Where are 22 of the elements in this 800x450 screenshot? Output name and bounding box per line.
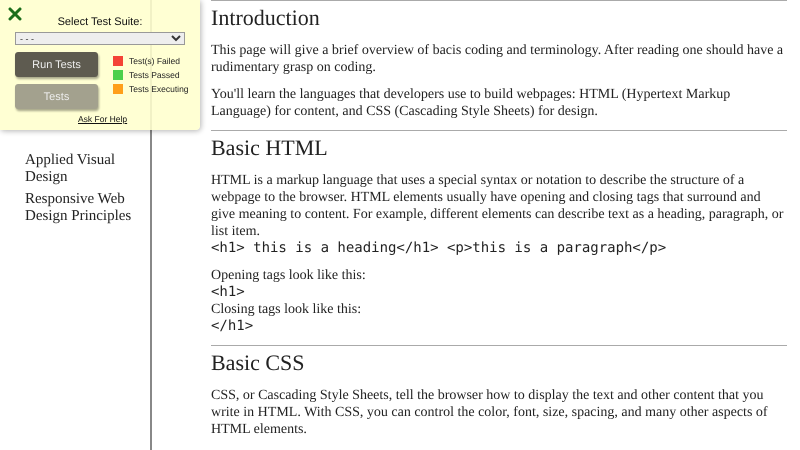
code-snippet: </h1>: [211, 318, 254, 335]
section-heading: Introduction: [211, 5, 321, 31]
run-tests-button[interactable]: Run Tests: [15, 52, 98, 77]
select-label: Select Test Suite:: [56, 16, 144, 28]
legend-label: Tests Executing: [129, 84, 189, 94]
code-snippet: <h1> this is a heading</h1> <p>this is a paragraph</p>: [211, 240, 668, 257]
paragraph-text: CSS, or Cascading Style Sheets, tell the browser how to display the text and other content that you write in HTML. With CSS, you can control the color, font, size, spacing, and many other aspects of HTML elements.: [211, 387, 769, 438]
section-heading: Basic HTML: [211, 135, 329, 161]
nav-link[interactable]: Responsive Web Design Principles: [25, 191, 145, 225]
paragraph-text: Closing tags look like this:: [211, 301, 362, 318]
close-icon[interactable]: [8, 7, 22, 21]
test-suite-dropdown[interactable]: - - -: [15, 32, 185, 45]
paragraph-text: HTML is a markup language that uses a special syntax or notation to describe the structure of a webpage to the browser. HTML elements usually have opening and closing tags that surround and give meaning to content. For example, different elements can describe text as a heading, paragraph, or list item.: [211, 172, 784, 240]
section-heading: Basic CSS: [211, 350, 306, 376]
help-link[interactable]: Ask For Help: [78, 114, 128, 124]
paragraph-text: Opening tags look like this:: [211, 267, 367, 284]
legend-label: Test(s) Failed: [129, 56, 180, 66]
paragraph-text: You'll learn the languages that developers use to build webpages: HTML (Hypertext Markup Language) for content, and CSS (Cascading Style Sheets) for design.: [211, 86, 732, 120]
paragraph-text: This page will give a brief overview of bacis coding and terminology. After reading one should have a rudimentary grasp on coding.: [211, 42, 784, 76]
code-snippet: <h1>: [211, 284, 246, 301]
legend-label: Tests Passed: [129, 70, 180, 80]
nav-link[interactable]: Applied Visual Design: [25, 152, 145, 186]
